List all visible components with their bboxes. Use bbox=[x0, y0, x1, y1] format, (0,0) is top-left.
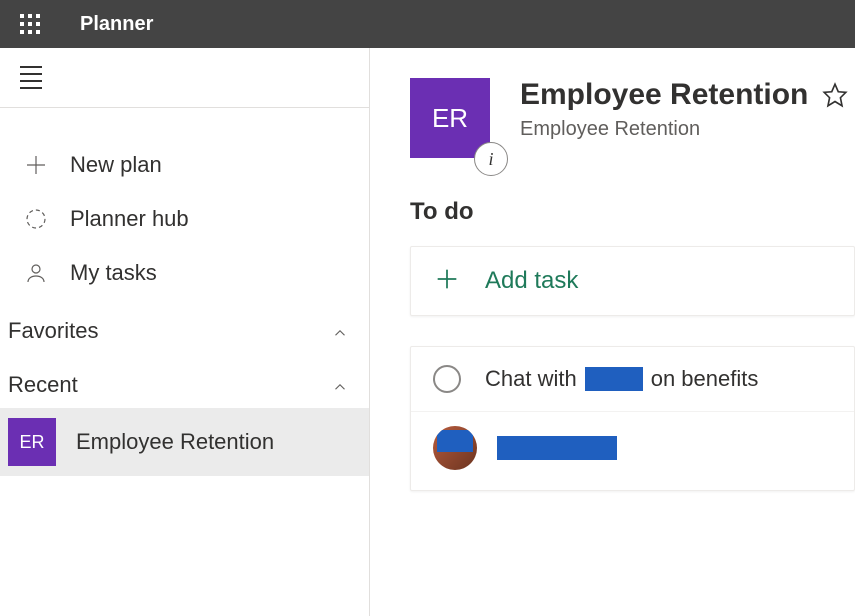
section-label: Favorites bbox=[8, 318, 98, 344]
info-button[interactable]: i bbox=[474, 142, 508, 176]
chevron-up-icon bbox=[331, 376, 349, 394]
waffle-icon bbox=[20, 14, 40, 34]
sidebar-item-planner-hub[interactable]: Planner hub bbox=[0, 192, 369, 246]
chevron-up-icon bbox=[331, 322, 349, 340]
plan-badge: ER bbox=[8, 418, 56, 466]
task-assignee-row bbox=[411, 411, 854, 490]
complete-task-checkbox[interactable] bbox=[433, 365, 461, 393]
assignee-avatar[interactable] bbox=[433, 426, 477, 470]
plus-icon bbox=[433, 265, 465, 297]
recent-plan-label: Employee Retention bbox=[76, 429, 274, 455]
plan-group-name: Employee Retention bbox=[520, 118, 855, 141]
plan-title: Employee Retention bbox=[520, 78, 808, 112]
task-title: Chat with on benefits bbox=[485, 366, 758, 392]
task-title-suffix: on benefits bbox=[651, 366, 759, 392]
content-area: New plan Planner hub My tasks Favorites bbox=[0, 48, 855, 616]
top-bar: Planner bbox=[0, 0, 855, 48]
redacted-assignee-name bbox=[497, 436, 617, 460]
add-task-button[interactable]: Add task bbox=[410, 246, 855, 316]
sidebar-item-label: Planner hub bbox=[70, 206, 189, 232]
plan-header: ER i Employee Retention Employee Retenti… bbox=[410, 78, 855, 158]
plan-initials: ER bbox=[432, 103, 468, 134]
sidebar-item-label: My tasks bbox=[70, 260, 157, 286]
task-row: Chat with on benefits bbox=[411, 347, 854, 411]
main-panel: ER i Employee Retention Employee Retenti… bbox=[370, 48, 855, 616]
sidebar-item-my-tasks[interactable]: My tasks bbox=[0, 246, 369, 300]
plan-badge-large: ER i bbox=[410, 78, 490, 158]
plan-title-block: Employee Retention Employee Retention bbox=[520, 78, 855, 141]
app-launcher-button[interactable] bbox=[10, 4, 50, 44]
favorite-button[interactable] bbox=[822, 82, 848, 108]
sidebar-section-favorites[interactable]: Favorites bbox=[0, 300, 369, 354]
sidebar-item-new-plan[interactable]: New plan bbox=[0, 138, 369, 192]
section-label: Recent bbox=[8, 372, 78, 398]
sidebar-nav: New plan Planner hub My tasks bbox=[0, 108, 369, 300]
sidebar-section-recent[interactable]: Recent bbox=[0, 354, 369, 408]
sidebar: New plan Planner hub My tasks Favorites bbox=[0, 48, 370, 616]
menu-toggle-button[interactable] bbox=[20, 66, 42, 89]
hub-icon bbox=[20, 207, 70, 231]
task-card[interactable]: Chat with on benefits bbox=[410, 346, 855, 491]
bucket-title: To do bbox=[410, 198, 855, 226]
redacted-text bbox=[585, 367, 643, 391]
recent-plan-item[interactable]: ER Employee Retention bbox=[0, 408, 369, 476]
task-title-prefix: Chat with bbox=[485, 366, 577, 392]
plus-icon bbox=[20, 153, 70, 177]
sidebar-item-label: New plan bbox=[70, 152, 162, 178]
sidebar-toggle-row bbox=[0, 48, 369, 108]
app-title: Planner bbox=[80, 13, 153, 36]
redacted-avatar-overlay bbox=[437, 430, 473, 452]
add-task-label: Add task bbox=[485, 267, 578, 295]
person-icon bbox=[20, 261, 70, 285]
